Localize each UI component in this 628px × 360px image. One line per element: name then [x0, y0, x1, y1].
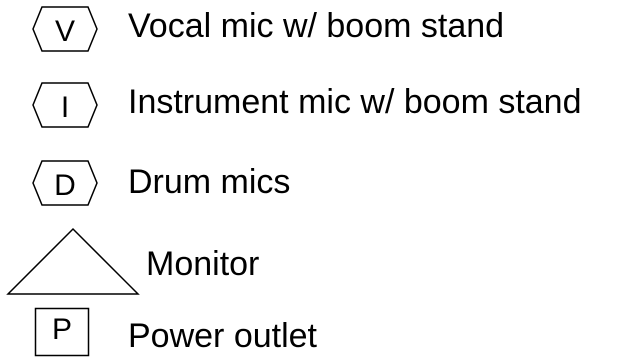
- square-icon: P: [34, 307, 90, 357]
- hexagon-icon: V: [32, 6, 98, 52]
- hexagon-icon: D: [32, 160, 98, 206]
- legend-label-drum-mics: Drum mics: [128, 163, 291, 201]
- legend-label-power-outlet: Power outlet: [128, 317, 317, 355]
- instrument-mic-letter: I: [61, 91, 69, 124]
- hexagon-icon: I: [32, 82, 98, 128]
- legend-label-vocal-mic: Vocal mic w/ boom stand: [128, 7, 505, 45]
- power-outlet-letter: P: [52, 313, 72, 346]
- stage-plot-legend: V Vocal mic w/ boom stand I Instrument m…: [0, 0, 628, 360]
- legend-label-monitor: Monitor: [146, 245, 260, 283]
- triangle-icon: [6, 227, 140, 295]
- drum-mics-letter: D: [54, 169, 76, 202]
- legend-label-instrument-mic: Instrument mic w/ boom stand: [128, 83, 582, 121]
- vocal-mic-letter: V: [55, 15, 75, 48]
